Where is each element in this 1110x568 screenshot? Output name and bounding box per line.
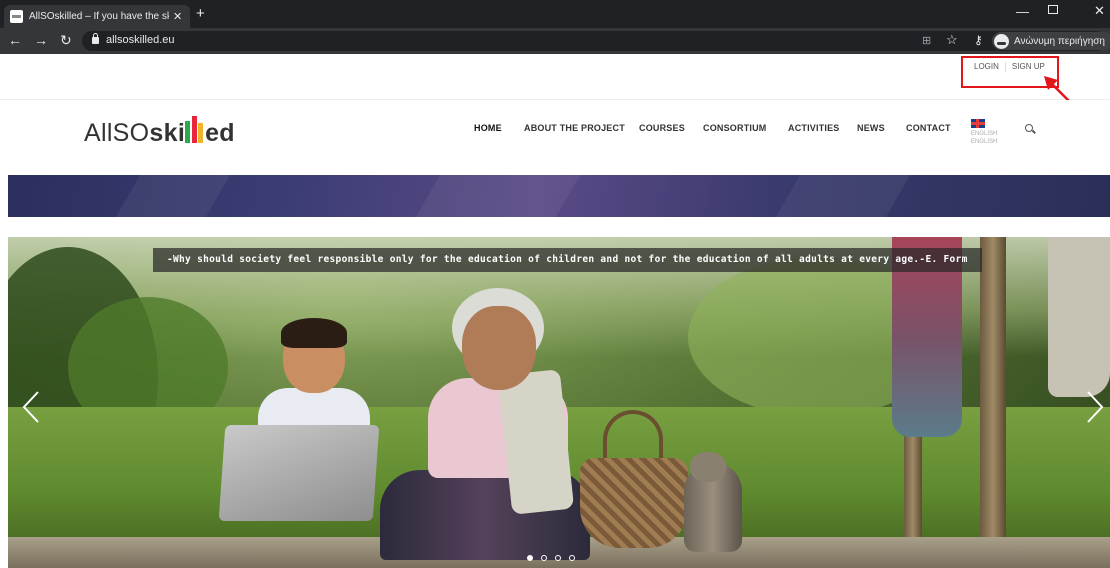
site-logo[interactable]: AllSOski ed <box>84 116 235 148</box>
banner-decor <box>775 175 911 217</box>
slide-post <box>980 237 1006 568</box>
nav-item-consortium[interactable]: CONSORTIUM <box>703 123 767 133</box>
incognito-label: Ανώνυμη περιήγηση <box>1014 35 1105 47</box>
logo-text-part3: ed <box>205 119 235 147</box>
slider-dot[interactable] <box>527 555 533 561</box>
slider-dot[interactable] <box>569 555 575 561</box>
slider-dot[interactable] <box>541 555 547 561</box>
star-icon[interactable]: ☆ <box>946 32 958 48</box>
page-banner <box>8 175 1110 217</box>
nav-item-home[interactable]: HOME <box>474 123 502 133</box>
flag-uk-icon <box>971 119 985 128</box>
slide-basket <box>580 458 688 548</box>
chevron-right-icon[interactable] <box>1084 390 1106 424</box>
logo-bar-red <box>192 116 198 143</box>
language-label-secondary: ENGLISH <box>971 139 998 145</box>
slider-dot[interactable] <box>555 555 561 561</box>
nav-item-news[interactable]: NEWS <box>857 123 885 133</box>
translate-icon[interactable]: ⊞ <box>922 34 931 47</box>
slide-cat <box>690 452 726 482</box>
slide-figure <box>462 306 536 390</box>
lock-icon[interactable] <box>92 33 99 44</box>
incognito-icon <box>994 33 1009 49</box>
chevron-left-icon[interactable] <box>20 390 42 424</box>
browser-tab[interactable]: AllSOskilled – If you have the skil ✕ <box>4 5 190 28</box>
slider-pagination <box>527 555 575 561</box>
tab-favicon-icon <box>10 10 23 23</box>
logo-text-part1: AllSO <box>84 119 150 147</box>
window-close-icon[interactable]: ✕ <box>1094 3 1105 19</box>
language-label: ENGLISH <box>971 131 998 137</box>
search-icon[interactable] <box>1025 124 1033 132</box>
slide-cloth <box>1048 237 1110 397</box>
key-icon[interactable]: ⚷ <box>974 33 983 47</box>
nav-item-activities[interactable]: ACTIVITIES <box>788 123 840 133</box>
banner-decor <box>115 175 231 217</box>
back-icon[interactable]: ← <box>8 32 22 48</box>
minimize-icon[interactable]: — <box>1016 4 1029 19</box>
url-field[interactable]: allsoskilled.eu ⊞ ☆ ⚷ Ανώνυμη περιήγηση <box>82 31 1110 51</box>
logo-bar-green <box>185 121 191 143</box>
tab-close-icon[interactable]: ✕ <box>173 10 182 23</box>
language-switcher[interactable]: ENGLISH ENGLISH <box>971 119 997 146</box>
incognito-profile-button[interactable]: Ανώνυμη περιήγηση <box>992 32 1110 50</box>
nav-item-courses[interactable]: COURSES <box>639 123 685 133</box>
maximize-icon[interactable] <box>1048 5 1058 14</box>
site-top-bar <box>0 54 1110 100</box>
url-text[interactable]: allsoskilled.eu <box>106 34 174 46</box>
forward-icon[interactable]: → <box>34 32 48 48</box>
nav-item-about[interactable]: ABOUT THE PROJECT <box>524 123 625 133</box>
slide-quote: -Why should society feel responsible onl… <box>153 248 982 272</box>
slide-laptop <box>218 425 380 521</box>
tab-title: AllSOskilled – If you have the skil <box>29 11 169 22</box>
browser-address-bar: ← → ↻ allsoskilled.eu ⊞ ☆ ⚷ Ανώνυμη περι… <box>0 28 1110 54</box>
nav-item-contact[interactable]: CONTACT <box>906 123 951 133</box>
new-tab-button[interactable]: + <box>196 5 205 23</box>
slide-figure <box>281 318 347 348</box>
browser-tab-bar: AllSOskilled – If you have the skil ✕ + … <box>0 0 1110 28</box>
site-header: AllSOski ed HOME ABOUT THE PROJECT COURSE… <box>0 100 1110 175</box>
banner-decor <box>415 175 581 217</box>
logo-text-part2: ski <box>149 119 186 147</box>
reload-icon[interactable]: ↻ <box>60 32 72 48</box>
logo-bar-yellow <box>198 123 204 143</box>
